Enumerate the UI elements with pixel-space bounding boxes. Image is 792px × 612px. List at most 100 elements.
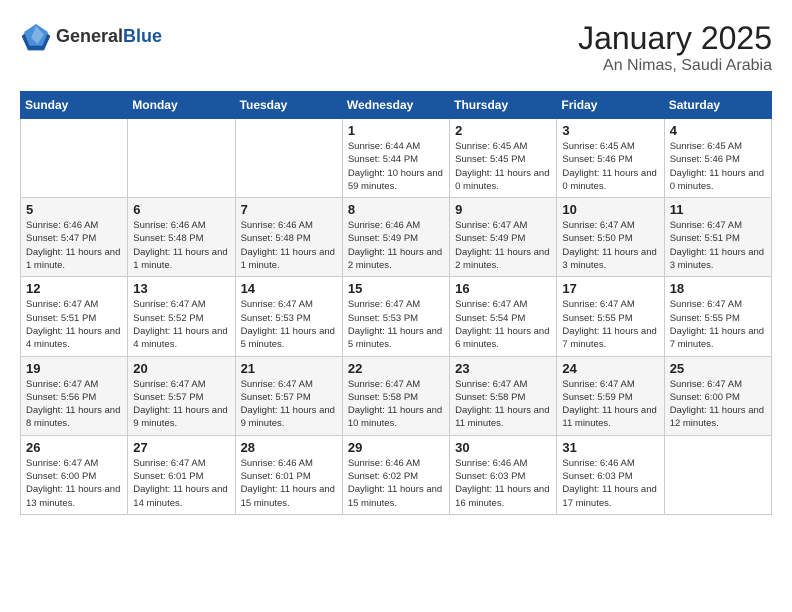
day-number: 22 [348, 361, 444, 376]
day-info: Sunrise: 6:46 AM Sunset: 6:02 PM Dayligh… [348, 457, 444, 510]
calendar-cell [664, 435, 771, 514]
day-info: Sunrise: 6:47 AM Sunset: 6:01 PM Dayligh… [133, 457, 229, 510]
day-number: 1 [348, 123, 444, 138]
calendar-cell: 22 Sunrise: 6:47 AM Sunset: 5:58 PM Dayli… [342, 356, 449, 435]
calendar-cell: 11Sunrise: 6:47 AM Sunset: 5:51 PM Dayli… [664, 198, 771, 277]
calendar-cell: 12 Sunrise: 6:47 AM Sunset: 5:51 PM Dayli… [21, 277, 128, 356]
calendar-cell: 5 Sunrise: 6:46 AM Sunset: 5:47 PM Daylig… [21, 198, 128, 277]
day-number: 19 [26, 361, 122, 376]
day-number: 11 [670, 202, 766, 217]
day-number: 16 [455, 281, 551, 296]
day-info: Sunrise: 6:47 AM Sunset: 5:49 PM Dayligh… [455, 219, 551, 272]
day-info: Sunrise: 6:47 AM Sunset: 5:54 PM Dayligh… [455, 298, 551, 351]
calendar-week-row: 26 Sunrise: 6:47 AM Sunset: 6:00 PM Dayli… [21, 435, 772, 514]
calendar-cell: 25 Sunrise: 6:47 AM Sunset: 6:00 PM Dayli… [664, 356, 771, 435]
day-number: 5 [26, 202, 122, 217]
logo: GeneralBlue [20, 20, 162, 52]
calendar-week-row: 1Sunrise: 6:44 AM Sunset: 5:44 PM Daylig… [21, 119, 772, 198]
day-number: 29 [348, 440, 444, 455]
calendar-cell: 4 Sunrise: 6:45 AM Sunset: 5:46 PM Daylig… [664, 119, 771, 198]
calendar-cell: 17 Sunrise: 6:47 AM Sunset: 5:55 PM Dayli… [557, 277, 664, 356]
calendar-cell: 13 Sunrise: 6:47 AM Sunset: 5:52 PM Dayli… [128, 277, 235, 356]
day-info: Sunrise: 6:47 AM Sunset: 5:58 PM Dayligh… [348, 378, 444, 431]
day-info: Sunrise: 6:47 AM Sunset: 5:50 PM Dayligh… [562, 219, 658, 272]
calendar-cell: 14Sunrise: 6:47 AM Sunset: 5:53 PM Dayli… [235, 277, 342, 356]
day-info: Sunrise: 6:47 AM Sunset: 5:58 PM Dayligh… [455, 378, 551, 431]
calendar-cell: 1Sunrise: 6:44 AM Sunset: 5:44 PM Daylig… [342, 119, 449, 198]
day-number: 13 [133, 281, 229, 296]
weekday-header: Sunday [21, 92, 128, 119]
day-info: Sunrise: 6:47 AM Sunset: 6:00 PM Dayligh… [26, 457, 122, 510]
logo-icon [20, 20, 52, 52]
day-number: 10 [562, 202, 658, 217]
calendar-cell: 16 Sunrise: 6:47 AM Sunset: 5:54 PM Dayli… [450, 277, 557, 356]
day-info: Sunrise: 6:47 AM Sunset: 5:52 PM Dayligh… [133, 298, 229, 351]
calendar-cell: 20 Sunrise: 6:47 AM Sunset: 5:57 PM Dayli… [128, 356, 235, 435]
calendar-cell: 23 Sunrise: 6:47 AM Sunset: 5:58 PM Dayli… [450, 356, 557, 435]
logo-text: GeneralBlue [56, 26, 162, 47]
weekday-header: Saturday [664, 92, 771, 119]
day-number: 8 [348, 202, 444, 217]
calendar-cell: 27 Sunrise: 6:47 AM Sunset: 6:01 PM Dayli… [128, 435, 235, 514]
calendar-cell: 18 Sunrise: 6:47 AM Sunset: 5:55 PM Dayli… [664, 277, 771, 356]
weekday-header: Thursday [450, 92, 557, 119]
day-number: 20 [133, 361, 229, 376]
calendar-cell: 24Sunrise: 6:47 AM Sunset: 5:59 PM Dayli… [557, 356, 664, 435]
calendar-cell: 10 Sunrise: 6:47 AM Sunset: 5:50 PM Dayli… [557, 198, 664, 277]
day-number: 28 [241, 440, 337, 455]
day-number: 27 [133, 440, 229, 455]
calendar-cell [128, 119, 235, 198]
calendar-cell: 31 Sunrise: 6:46 AM Sunset: 6:03 PM Dayli… [557, 435, 664, 514]
calendar-cell: 7 Sunrise: 6:46 AM Sunset: 5:48 PM Daylig… [235, 198, 342, 277]
calendar-cell: 29 Sunrise: 6:46 AM Sunset: 6:02 PM Dayli… [342, 435, 449, 514]
calendar-cell: 26 Sunrise: 6:47 AM Sunset: 6:00 PM Dayli… [21, 435, 128, 514]
day-number: 25 [670, 361, 766, 376]
calendar-cell: 9 Sunrise: 6:47 AM Sunset: 5:49 PM Daylig… [450, 198, 557, 277]
day-info: Sunrise: 6:46 AM Sunset: 5:48 PM Dayligh… [133, 219, 229, 272]
day-number: 23 [455, 361, 551, 376]
day-info: Sunrise: 6:46 AM Sunset: 5:47 PM Dayligh… [26, 219, 122, 272]
weekday-header: Wednesday [342, 92, 449, 119]
day-info: Sunrise: 6:47 AM Sunset: 5:56 PM Dayligh… [26, 378, 122, 431]
calendar-table: SundayMondayTuesdayWednesdayThursdayFrid… [20, 91, 772, 515]
day-info: Sunrise: 6:47 AM Sunset: 5:55 PM Dayligh… [562, 298, 658, 351]
calendar-cell: 3 Sunrise: 6:45 AM Sunset: 5:46 PM Daylig… [557, 119, 664, 198]
day-number: 3 [562, 123, 658, 138]
calendar-cell: 8 Sunrise: 6:46 AM Sunset: 5:49 PM Daylig… [342, 198, 449, 277]
calendar-cell: 28 Sunrise: 6:46 AM Sunset: 6:01 PM Dayli… [235, 435, 342, 514]
weekday-header: Tuesday [235, 92, 342, 119]
day-info: Sunrise: 6:47 AM Sunset: 5:57 PM Dayligh… [133, 378, 229, 431]
day-info: Sunrise: 6:46 AM Sunset: 6:01 PM Dayligh… [241, 457, 337, 510]
day-info: Sunrise: 6:47 AM Sunset: 5:51 PM Dayligh… [26, 298, 122, 351]
calendar-week-row: 5 Sunrise: 6:46 AM Sunset: 5:47 PM Daylig… [21, 198, 772, 277]
calendar-cell: 15Sunrise: 6:47 AM Sunset: 5:53 PM Dayli… [342, 277, 449, 356]
calendar-cell: 2Sunrise: 6:45 AM Sunset: 5:45 PM Daylig… [450, 119, 557, 198]
day-number: 31 [562, 440, 658, 455]
day-info: Sunrise: 6:46 AM Sunset: 5:49 PM Dayligh… [348, 219, 444, 272]
day-info: Sunrise: 6:46 AM Sunset: 5:48 PM Dayligh… [241, 219, 337, 272]
day-info: Sunrise: 6:47 AM Sunset: 5:53 PM Dayligh… [348, 298, 444, 351]
day-number: 30 [455, 440, 551, 455]
weekday-header: Friday [557, 92, 664, 119]
day-number: 24 [562, 361, 658, 376]
day-number: 18 [670, 281, 766, 296]
day-info: Sunrise: 6:47 AM Sunset: 5:53 PM Dayligh… [241, 298, 337, 351]
day-number: 4 [670, 123, 766, 138]
day-info: Sunrise: 6:45 AM Sunset: 5:46 PM Dayligh… [562, 140, 658, 193]
day-info: Sunrise: 6:46 AM Sunset: 6:03 PM Dayligh… [562, 457, 658, 510]
day-number: 26 [26, 440, 122, 455]
day-number: 12 [26, 281, 122, 296]
day-info: Sunrise: 6:46 AM Sunset: 6:03 PM Dayligh… [455, 457, 551, 510]
day-info: Sunrise: 6:47 AM Sunset: 5:57 PM Dayligh… [241, 378, 337, 431]
day-info: Sunrise: 6:45 AM Sunset: 5:46 PM Dayligh… [670, 140, 766, 193]
day-number: 9 [455, 202, 551, 217]
month-title: January 2025 [578, 20, 772, 57]
day-number: 7 [241, 202, 337, 217]
calendar-cell: 21Sunrise: 6:47 AM Sunset: 5:57 PM Dayli… [235, 356, 342, 435]
day-number: 17 [562, 281, 658, 296]
location-title: An Nimas, Saudi Arabia [578, 57, 772, 75]
day-number: 6 [133, 202, 229, 217]
day-info: Sunrise: 6:47 AM Sunset: 6:00 PM Dayligh… [670, 378, 766, 431]
day-info: Sunrise: 6:45 AM Sunset: 5:45 PM Dayligh… [455, 140, 551, 193]
day-info: Sunrise: 6:47 AM Sunset: 5:55 PM Dayligh… [670, 298, 766, 351]
